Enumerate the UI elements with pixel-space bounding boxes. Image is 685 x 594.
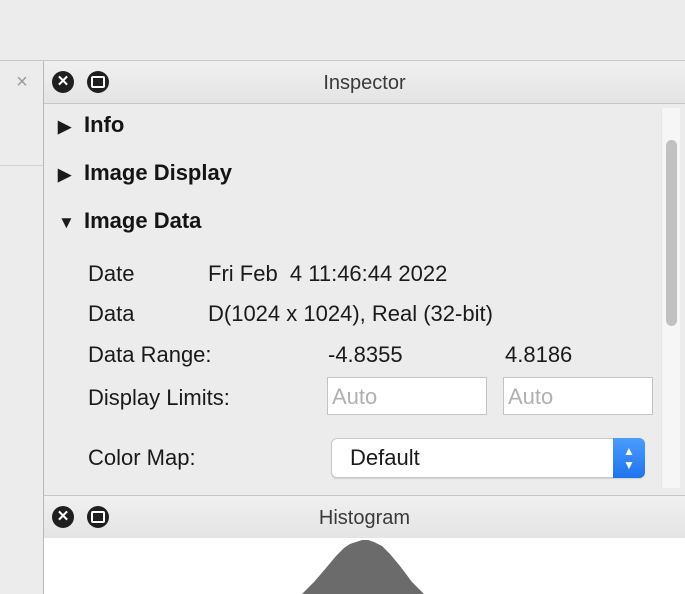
left-tab-close-icon[interactable]: ×: [12, 72, 32, 92]
scrollbar-thumb[interactable]: [666, 140, 677, 326]
select-stepper-icon[interactable]: ▲ ▼: [613, 438, 645, 478]
collapsed-triangle-icon[interactable]: ▶: [58, 117, 78, 137]
display-limit-high-field[interactable]: Auto: [503, 377, 653, 415]
inspector-title: Inspector: [323, 72, 406, 94]
histogram-curve: [302, 540, 424, 594]
color-map-label: Color Map:: [88, 445, 196, 470]
left-panel-divider: [0, 165, 43, 166]
app-window: × ✕ Inspector ▶ Info ▶ Image Display ▼ Imag…: [0, 0, 685, 594]
color-map-value: Default: [350, 445, 420, 470]
data-range-min: -4.8355: [328, 342, 403, 367]
display-limit-low-field[interactable]: Auto: [327, 377, 487, 415]
section-image-display-label: Image Display: [84, 160, 232, 185]
data-label: Data: [88, 301, 135, 326]
date-label: Date: [88, 261, 135, 286]
data-range-max: 4.8186: [505, 342, 573, 367]
collapsed-triangle-icon[interactable]: ▶: [58, 165, 78, 185]
data-range-label: Data Range:: [88, 342, 212, 367]
expanded-triangle-icon[interactable]: ▼: [58, 213, 78, 233]
toolbar-area: [0, 0, 685, 61]
section-info[interactable]: ▶ Info: [58, 112, 124, 142]
inspector-scrollbar[interactable]: [661, 108, 680, 488]
date-value: Fri Feb 4 11:46:44 2022: [208, 261, 448, 286]
histogram-plot: [302, 540, 424, 594]
section-image-data[interactable]: ▼ Image Data: [58, 208, 201, 238]
chevron-up-icon: ▲: [623, 444, 635, 458]
histogram-panel: [44, 538, 685, 594]
left-panel: ×: [0, 61, 44, 594]
color-map-select[interactable]: Default ▲ ▼: [331, 438, 645, 478]
display-limits-label: Display Limits:: [88, 385, 230, 410]
inspector-header[interactable]: ✕ Inspector: [44, 61, 685, 104]
histogram-title: Histogram: [318, 507, 411, 529]
chevron-down-icon: ▼: [623, 458, 635, 472]
data-value: D(1024 x 1024), Real (32-bit): [208, 301, 493, 326]
section-image-data-label: Image Data: [84, 208, 202, 233]
inspector-panel: ▶ Info ▶ Image Display ▼ Image Data Date Fr…: [44, 104, 685, 494]
section-image-display[interactable]: ▶ Image Display: [58, 160, 232, 190]
section-info-label: Info: [84, 112, 125, 137]
histogram-header[interactable]: ✕ Histogram: [44, 495, 685, 539]
